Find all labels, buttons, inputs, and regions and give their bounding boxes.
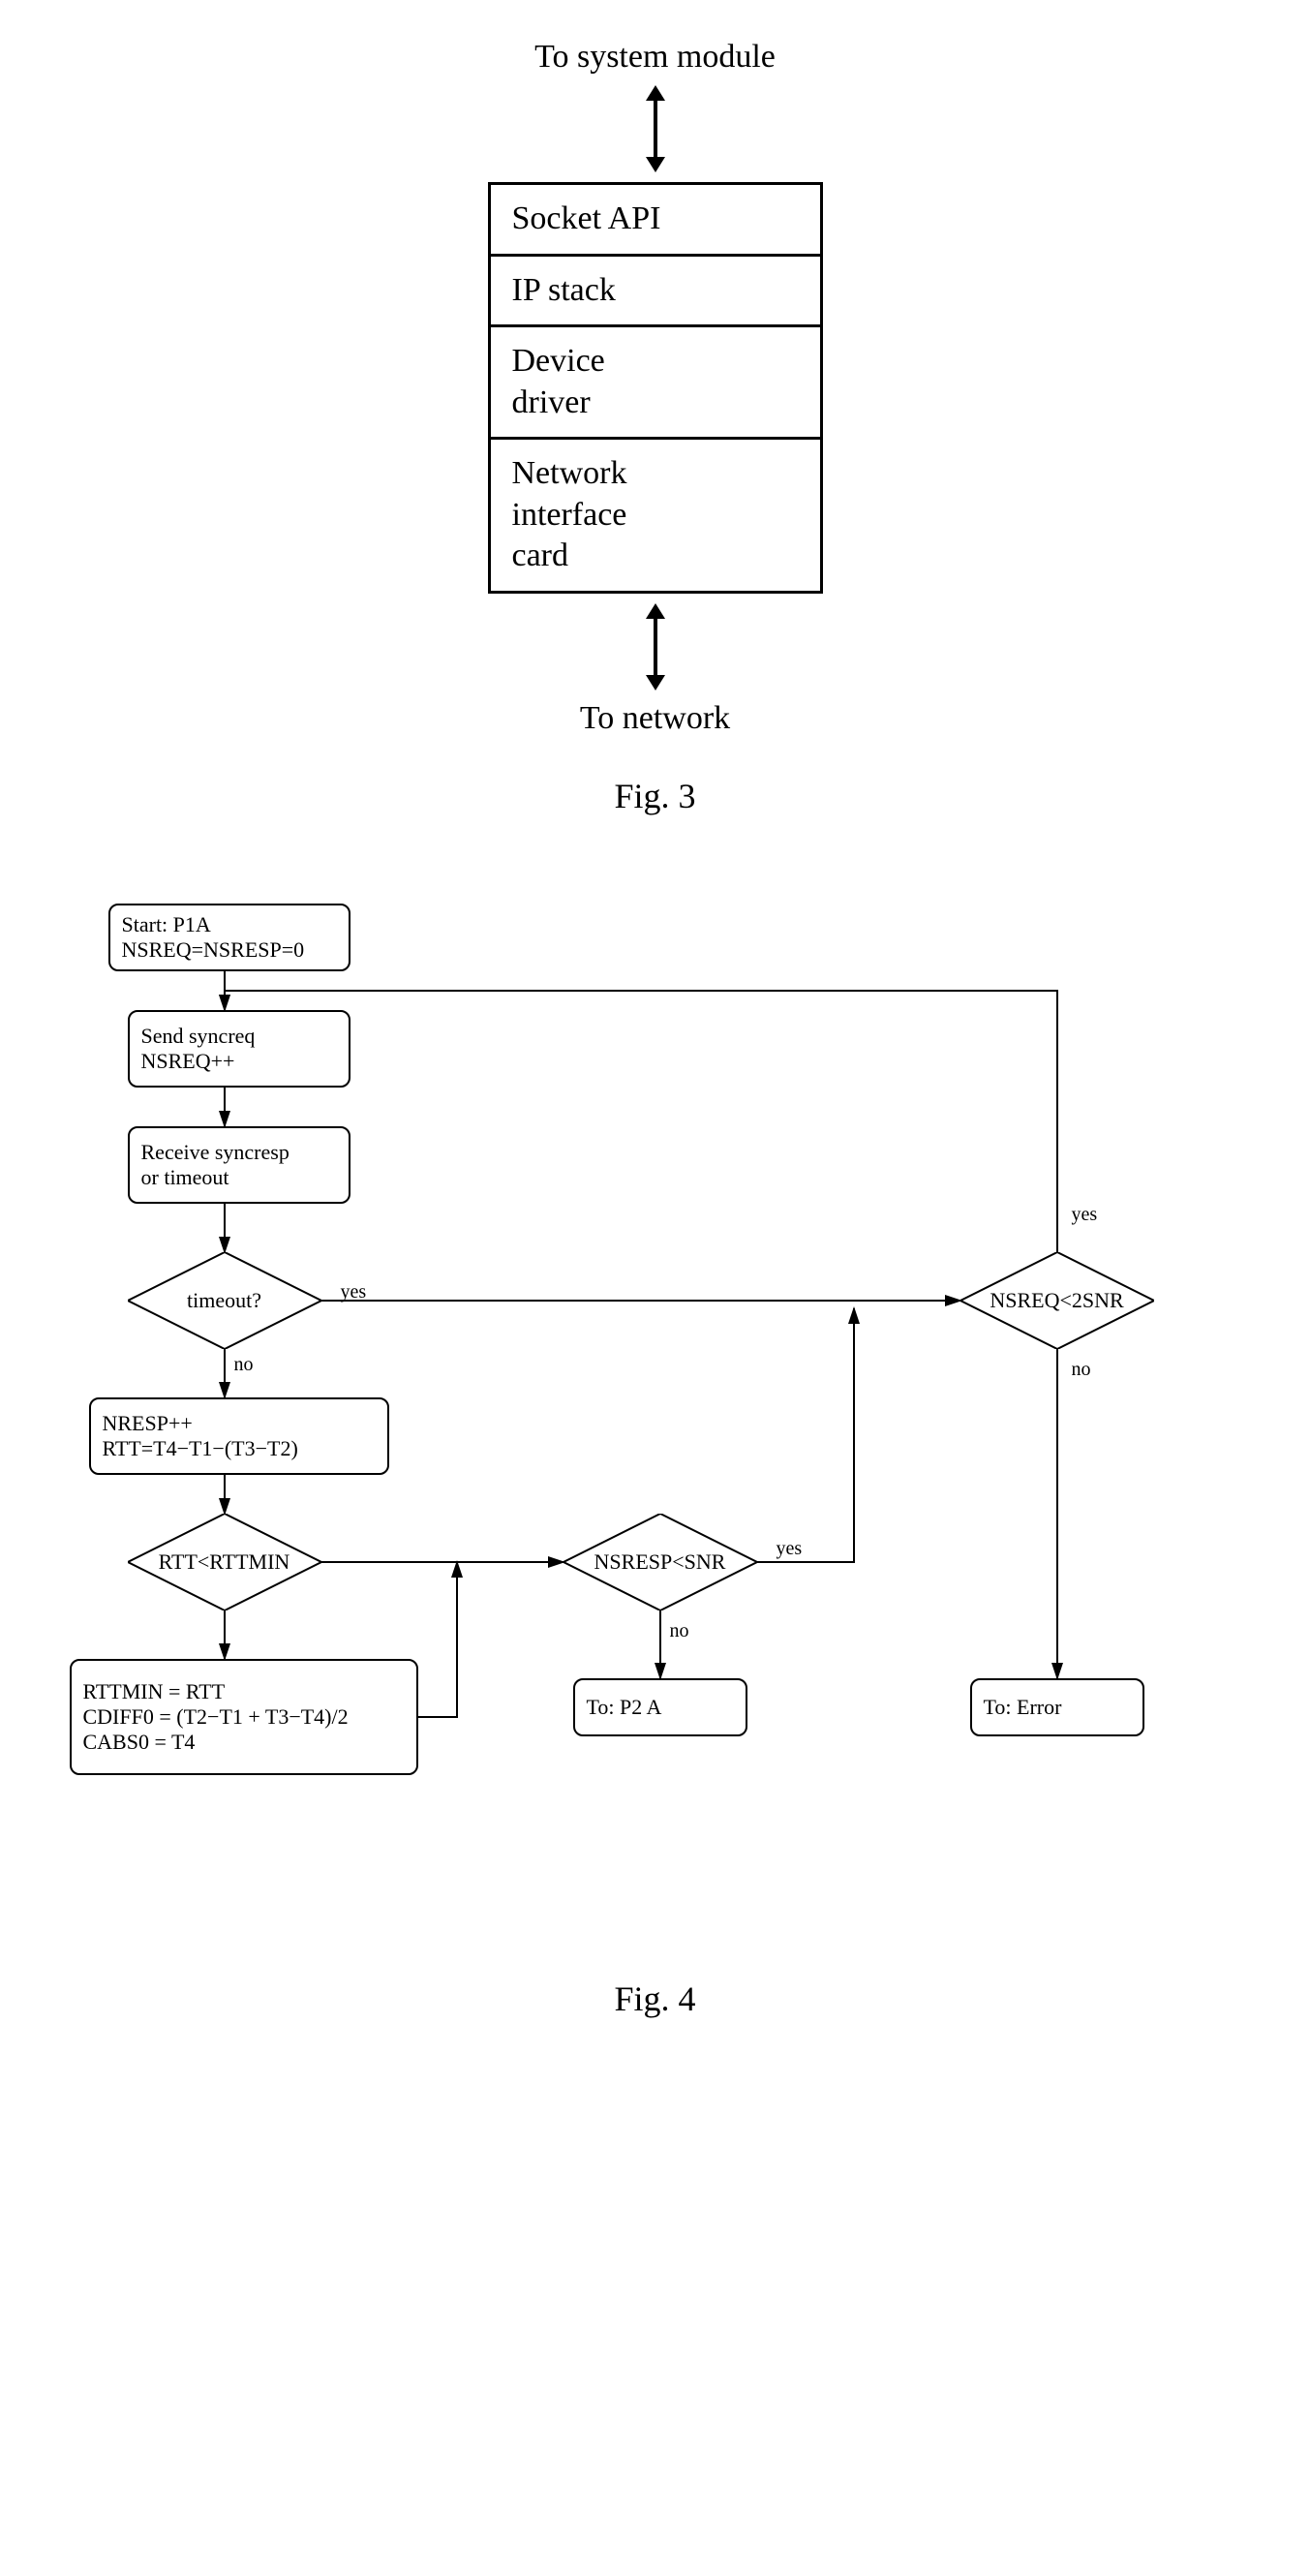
timeout-decision: timeout? xyxy=(128,1252,321,1349)
figure-4: Start: P1A NSREQ=NSRESP=0 Send syncreq N… xyxy=(50,874,1261,2019)
fig3-top-label: To system module xyxy=(534,39,776,76)
edge-label-yes: yes xyxy=(777,1538,803,1560)
stack-layer: Network interface card xyxy=(491,440,820,591)
edge-label-yes: yes xyxy=(1072,1204,1098,1226)
decision-label: NSREQ<2SNR xyxy=(960,1252,1154,1349)
double-arrow-icon xyxy=(654,603,657,690)
stack-layer: Socket API xyxy=(491,185,820,257)
decision-label: RTT<RTTMIN xyxy=(128,1514,321,1610)
figure-3: To system module Socket API IP stack Dev… xyxy=(488,39,823,816)
to-error-box: To: Error xyxy=(970,1678,1144,1736)
edge-label-no: no xyxy=(670,1620,689,1642)
figure-caption: Fig. 3 xyxy=(614,776,695,816)
figure-caption: Fig. 4 xyxy=(614,1978,695,2019)
stack-box: Socket API IP stack Device driver Networ… xyxy=(488,182,823,594)
rtt-decision: RTT<RTTMIN xyxy=(128,1514,321,1610)
fig3-bottom-label: To network xyxy=(580,700,730,737)
edge-label-no: no xyxy=(1072,1359,1091,1381)
decision-label: NSRESP<SNR xyxy=(564,1514,757,1610)
stack-layer: Device driver xyxy=(491,327,820,440)
edge-label-yes: yes xyxy=(341,1281,367,1303)
nresp-box: NRESP++ RTT=T4−T1−(T3−T2) xyxy=(89,1397,389,1475)
to-p2a-box: To: P2 A xyxy=(573,1678,747,1736)
decision-label: timeout? xyxy=(128,1252,321,1349)
calc-box: RTTMIN = RTT CDIFF0 = (T2−T1 + T3−T4)/2 … xyxy=(70,1659,418,1775)
double-arrow-icon xyxy=(654,85,657,172)
flowchart: Start: P1A NSREQ=NSRESP=0 Send syncreq N… xyxy=(50,874,1261,1940)
send-box: Send syncreq NSREQ++ xyxy=(128,1010,350,1088)
recv-box: Receive syncresp or timeout xyxy=(128,1126,350,1204)
stack-layer: IP stack xyxy=(491,257,820,328)
start-box: Start: P1A NSREQ=NSRESP=0 xyxy=(108,904,350,971)
nsresp-decision: NSRESP<SNR xyxy=(564,1514,757,1610)
edge-label-no: no xyxy=(234,1354,254,1376)
nsreq-decision: NSREQ<2SNR xyxy=(960,1252,1154,1349)
